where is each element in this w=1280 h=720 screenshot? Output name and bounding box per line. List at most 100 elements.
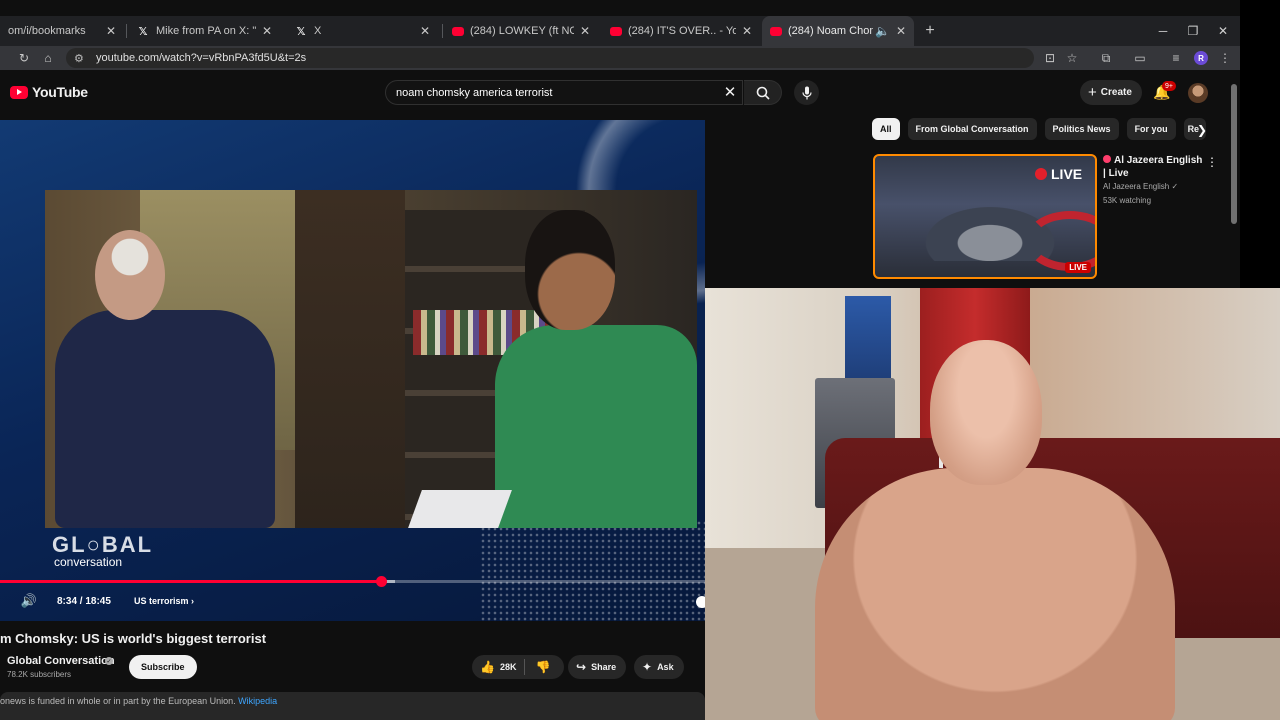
chip-politics-news[interactable]: Politics News	[1044, 118, 1119, 140]
plus-icon: +	[1088, 84, 1097, 101]
close-window-icon[interactable]: ✕	[1208, 16, 1238, 46]
description-link[interactable]: Wikipedia	[238, 696, 277, 706]
tab-noam-chomsky[interactable]: (284) Noam Chomsky: US is 🔈 ✕	[762, 16, 914, 46]
video-player[interactable]: euronews GL○BAL conversation i 🔊 8:34 / …	[0, 120, 705, 621]
home-icon[interactable]: ⌂	[38, 48, 58, 68]
youtube-play-icon	[10, 85, 28, 99]
webcam-overlay	[705, 288, 1280, 720]
close-icon[interactable]: ✕	[420, 24, 430, 38]
search-input[interactable]: noam chomsky america terrorist	[385, 80, 743, 105]
tab-title: X	[314, 25, 322, 37]
split-view-icon[interactable]: ▭	[1130, 48, 1150, 68]
profile-avatar[interactable]: R	[1194, 51, 1208, 65]
site-info-icon[interactable]: ⚙	[74, 52, 88, 65]
chip-from-global-conversation[interactable]: From Global Conversation	[907, 118, 1037, 140]
more-options-icon[interactable]: ⋮	[1206, 154, 1218, 170]
youtube-icon	[452, 26, 464, 36]
filter-chips: All From Global Conversation Politics Ne…	[872, 118, 1212, 140]
x-icon: 𝕏	[296, 25, 306, 38]
thumbs-up-icon[interactable]: 👍	[480, 660, 495, 674]
show-logo-line2: conversation	[54, 555, 123, 569]
recommendation-title[interactable]: Al Jazeera English | Live	[1103, 154, 1203, 180]
close-icon[interactable]: ✕	[896, 24, 906, 38]
close-icon[interactable]: ✕	[742, 24, 752, 38]
tab-x[interactable]: 𝕏 X ✕	[286, 16, 438, 46]
tab-strip: om/i/bookmarks ✕ 𝕏 Mike from PA on X: "@…	[0, 16, 1240, 46]
bookmark-star-icon[interactable]: ☆	[1062, 48, 1082, 68]
chip-for-you[interactable]: For you	[1126, 118, 1176, 140]
scene-man	[55, 310, 275, 528]
clear-search-icon[interactable]: ✕	[720, 82, 740, 102]
restore-icon[interactable]: ❐	[1178, 16, 1208, 46]
live-indicator-icon	[1103, 155, 1111, 163]
search-query: noam chomsky america terrorist	[396, 86, 553, 99]
webcam-box	[845, 296, 891, 378]
volume-icon[interactable]: 🔊	[20, 592, 38, 610]
tab-title: (284) Noam Chomsky: US is	[788, 25, 873, 37]
x-icon: 𝕏	[138, 25, 148, 38]
extensions-icon[interactable]: ⧉	[1096, 48, 1116, 68]
scene-paper	[408, 490, 512, 528]
scene-woman	[495, 325, 697, 528]
webcam-person	[815, 468, 1175, 720]
tab-bookmarks[interactable]: om/i/bookmarks ✕	[0, 16, 124, 46]
menu-icon[interactable]: ⋮	[1215, 48, 1235, 68]
progress-scrubber[interactable]	[375, 576, 387, 587]
video-frame	[45, 190, 697, 528]
address-bar[interactable]: ⚙ youtube.com/watch?v=vRbnPA3fd5U&t=2s	[66, 48, 1034, 68]
speaker-icon[interactable]: 🔈	[875, 24, 890, 38]
tab-mike-from-pa[interactable]: 𝕏 Mike from PA on X: "@DylanBu ✕	[128, 16, 280, 46]
account-avatar[interactable]	[1188, 83, 1208, 103]
youtube-icon	[610, 26, 622, 36]
youtube-logo-text: YouTube	[32, 84, 88, 100]
search-button[interactable]	[744, 80, 782, 105]
new-tab-button[interactable]: +	[920, 16, 940, 46]
close-icon[interactable]: ✕	[580, 24, 590, 38]
share-label: Share	[591, 662, 617, 672]
recommendation-thumbnail[interactable]: LIVE LIVE	[873, 154, 1097, 279]
close-icon[interactable]: ✕	[262, 24, 272, 38]
chevron-right-icon[interactable]: ❯	[1192, 120, 1212, 140]
thumbs-down-icon[interactable]: 👎	[535, 660, 550, 674]
ask-button[interactable]: ✦ Ask	[634, 655, 684, 679]
notifications-badge: 9+	[1162, 81, 1176, 91]
video-title: m Chomsky: US is world's biggest terrori…	[0, 631, 267, 646]
recommendation-channel-name: Al Jazeera English	[1103, 182, 1170, 191]
thumbnail-live-text: LIVE	[1051, 166, 1083, 182]
recommendation-channel[interactable]: Al Jazeera English ✓	[1103, 182, 1178, 191]
autoplay-toggle[interactable]	[696, 596, 705, 608]
chip-all[interactable]: All	[872, 118, 900, 140]
chapter-button[interactable]: US terrorism ›	[134, 596, 194, 606]
close-icon[interactable]: ✕	[106, 24, 116, 38]
browser-toolbar: ↻ ⌂ ⚙ youtube.com/watch?v=vRbnPA3fd5U&t=…	[0, 46, 1240, 70]
tab-separator	[126, 24, 127, 38]
tab-separator	[442, 24, 443, 38]
voice-search-button[interactable]	[794, 80, 819, 105]
chevron-right-icon: ›	[191, 596, 195, 606]
page-scrollbar[interactable]	[1231, 84, 1237, 224]
live-badge: LIVE	[1065, 262, 1091, 273]
media-controls-icon[interactable]: ≡	[1166, 48, 1186, 68]
progress-bar[interactable]	[0, 576, 705, 587]
scene-woman-head	[525, 210, 615, 330]
subscribe-button[interactable]: Subscribe	[129, 655, 197, 679]
tab-title: (284) IT'S OVER.. - YouTube	[628, 25, 736, 37]
share-button[interactable]: ↪ Share	[568, 655, 627, 679]
webcam-person-head	[930, 340, 1042, 485]
tab-its-over[interactable]: (284) IT'S OVER.. - YouTube ✕	[602, 16, 760, 46]
channel-name[interactable]: Global Conversation	[7, 655, 115, 667]
description-box[interactable]: onews is funded in whole or in part by t…	[0, 692, 705, 720]
minimize-icon[interactable]: ─	[1148, 16, 1178, 46]
progress-played	[0, 580, 381, 583]
verified-icon: ✓	[1171, 182, 1179, 191]
youtube-logo[interactable]: YouTube	[10, 84, 88, 100]
tab-lowkey[interactable]: (284) LOWKEY (ft NOAM CHOM ✕	[444, 16, 598, 46]
live-dot-icon	[1035, 168, 1047, 180]
show-logo-line1: GL○BAL	[52, 532, 154, 557]
reload-icon[interactable]: ↻	[14, 48, 34, 68]
time-display: 8:34 / 18:45	[57, 596, 111, 607]
install-app-icon[interactable]: ⊡	[1040, 48, 1060, 68]
like-count[interactable]: 28K	[500, 662, 517, 672]
thumbnail-live-label: LIVE	[1035, 166, 1082, 182]
create-button[interactable]: + Create	[1080, 80, 1142, 105]
